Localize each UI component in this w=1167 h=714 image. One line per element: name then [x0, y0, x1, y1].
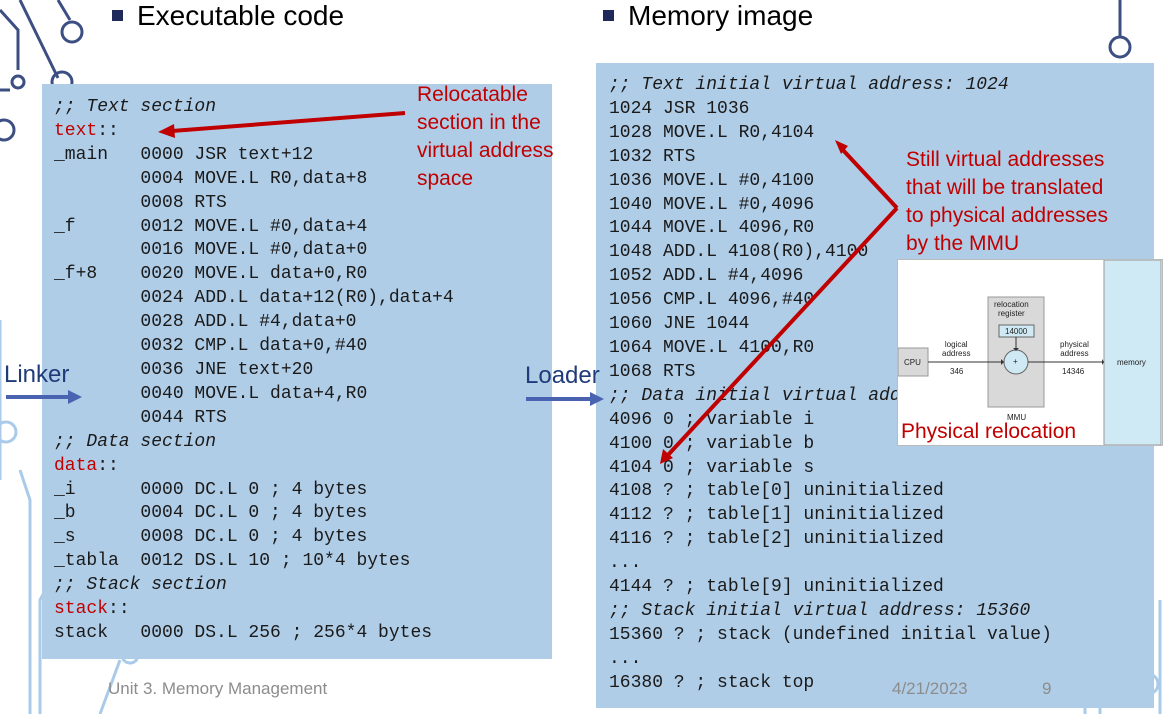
virtual-address-arrow-down — [660, 206, 899, 464]
footer-date: 4/21/2023 — [892, 679, 968, 698]
footer-page-number: 9 — [1042, 679, 1052, 698]
loader-arrow — [526, 392, 604, 406]
virtual-address-arrow-up — [835, 140, 899, 210]
footer-course-title: Unit 3. Memory Management — [108, 679, 328, 698]
linker-arrow — [6, 390, 82, 404]
arrows-overlay — [6, 111, 899, 464]
relocatable-arrow — [158, 111, 406, 138]
